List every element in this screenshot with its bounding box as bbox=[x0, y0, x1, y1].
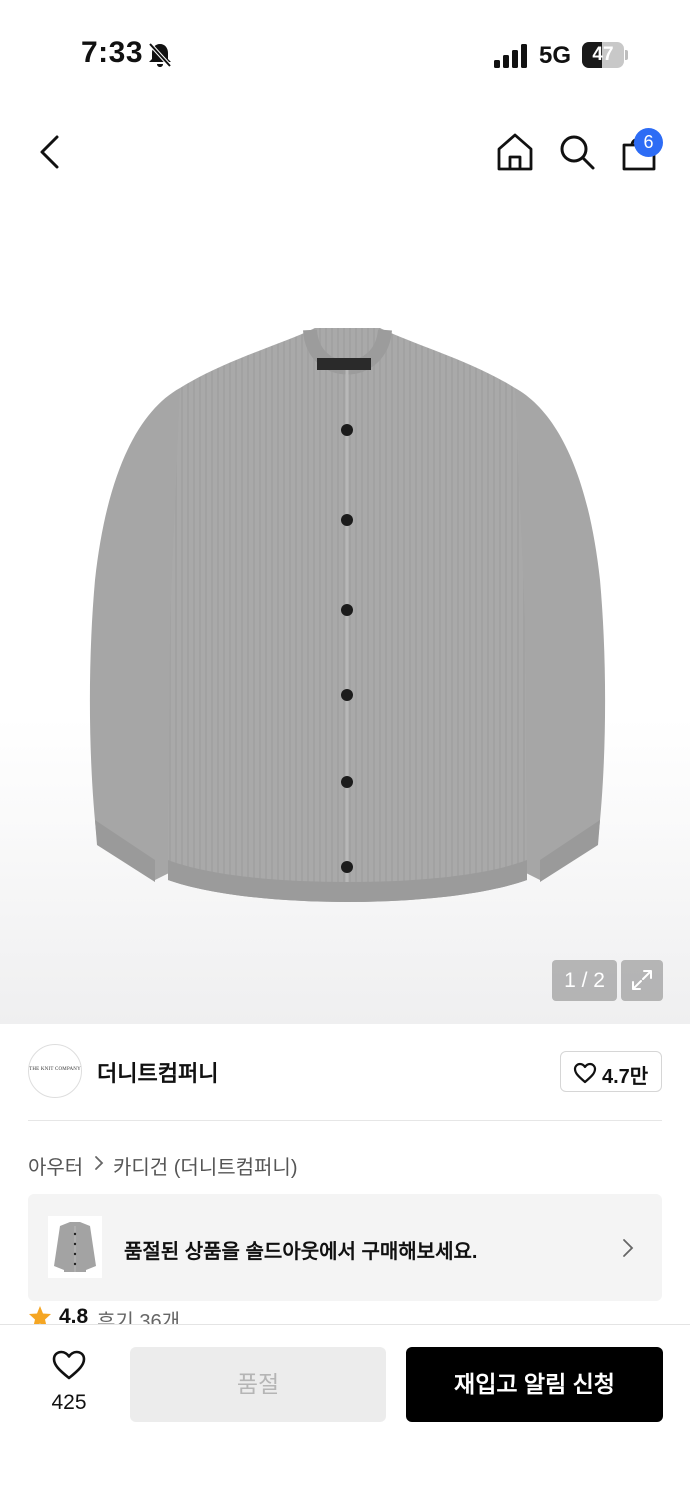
expand-icon bbox=[632, 970, 652, 990]
bottom-action-bar: 425 품절 재입고 알림 신청 bbox=[0, 1324, 690, 1500]
divider bbox=[28, 1120, 662, 1121]
heart-icon bbox=[573, 1062, 597, 1084]
wishlist-button[interactable]: 425 bbox=[30, 1347, 108, 1427]
chevron-right-icon bbox=[623, 1239, 634, 1257]
battery-icon: 47 bbox=[582, 42, 628, 68]
brand-logo-text: THE KNIT COMPANY bbox=[29, 1067, 81, 1072]
rating-score: 4.8 bbox=[59, 1305, 89, 1325]
home-button[interactable] bbox=[494, 131, 536, 173]
brand-like-button[interactable]: 4.7만 bbox=[560, 1051, 662, 1092]
bell-off-icon bbox=[148, 42, 172, 68]
breadcrumb-category[interactable]: 아우터 bbox=[28, 1151, 83, 1180]
heart-icon bbox=[52, 1350, 86, 1380]
network-type: 5G bbox=[539, 42, 572, 69]
review-count: 후기 36개 bbox=[97, 1311, 181, 1325]
brand-logo[interactable]: THE KNIT COMPANY bbox=[28, 1044, 82, 1098]
breadcrumb-subcategory[interactable]: 카디건 (더니트컴퍼니) bbox=[113, 1151, 297, 1180]
wishlist-count: 425 bbox=[51, 1391, 87, 1414]
signal-icon bbox=[494, 44, 527, 68]
cart-count-badge: 6 bbox=[634, 128, 663, 157]
status-time: 7:33 bbox=[81, 36, 144, 69]
soldout-banner-text: 품절된 상품을 솔드아웃에서 구매해보세요. bbox=[124, 1241, 478, 1263]
image-counter: 1 / 2 bbox=[552, 960, 617, 1001]
rating-row[interactable]: 4.8 후기 36개 bbox=[28, 1303, 662, 1325]
chevron-right-icon bbox=[95, 1156, 104, 1170]
banner-thumbnail bbox=[48, 1216, 102, 1278]
soldout-button[interactable]: 품절 bbox=[130, 1347, 386, 1422]
brand-like-count: 4.7만 bbox=[602, 1066, 649, 1088]
star-icon bbox=[29, 1306, 51, 1325]
product-image[interactable] bbox=[85, 320, 610, 930]
search-button[interactable] bbox=[556, 131, 598, 173]
battery-percent: 47 bbox=[592, 44, 614, 65]
brand-name[interactable]: 더니트컴퍼니 bbox=[97, 1056, 218, 1088]
soldout-banner[interactable]: 품절된 상품을 솔드아웃에서 구매해보세요. bbox=[28, 1194, 662, 1301]
restock-alert-button[interactable]: 재입고 알림 신청 bbox=[406, 1347, 663, 1422]
back-button[interactable] bbox=[30, 130, 70, 174]
expand-image-button[interactable] bbox=[621, 960, 663, 1001]
status-bar: 7:33 5G 47 bbox=[0, 0, 690, 110]
